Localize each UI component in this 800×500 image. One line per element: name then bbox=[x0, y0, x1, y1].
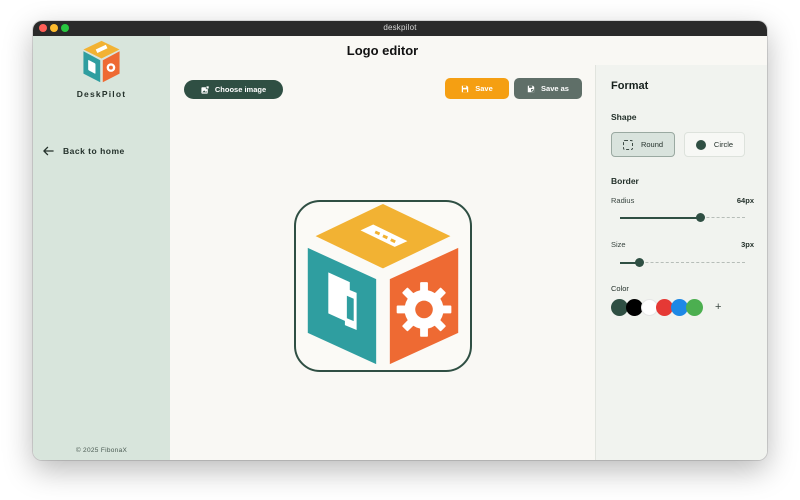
floppy-disk-icon bbox=[462, 85, 469, 92]
shape-round-button[interactable]: Round bbox=[611, 132, 675, 157]
shape-round-label: Round bbox=[640, 140, 664, 149]
copyright-text: © 2025 FibonaX bbox=[75, 447, 128, 454]
format-panel-title: Format bbox=[611, 80, 649, 92]
save-as-label: Save as bbox=[541, 84, 569, 93]
arrow-left-icon bbox=[43, 146, 54, 156]
filled-circle-icon bbox=[695, 139, 706, 150]
logo-cube-image bbox=[307, 203, 459, 365]
floppy-disk-edit-icon bbox=[527, 85, 535, 92]
color-swatch[interactable] bbox=[686, 299, 703, 316]
format-panel: Format Shape Round Circle Border Radius … bbox=[595, 65, 767, 460]
page-title: Logo editor bbox=[346, 43, 419, 58]
save-as-button[interactable]: Save as bbox=[514, 78, 582, 99]
brand-name: DeskPilot bbox=[76, 89, 127, 99]
window-title: deskpilot bbox=[383, 23, 417, 32]
image-icon bbox=[201, 85, 209, 94]
sidebar: DeskPilot Back to home © 2025 FibonaX bbox=[33, 36, 170, 460]
add-color-button[interactable]: + bbox=[715, 302, 721, 313]
logo-preview bbox=[294, 200, 472, 372]
choose-image-label: Choose image bbox=[214, 85, 267, 94]
size-slider[interactable] bbox=[620, 258, 745, 267]
slider-fill bbox=[620, 217, 700, 219]
slider-thumb[interactable] bbox=[634, 258, 644, 267]
title-bar: deskpilot bbox=[33, 21, 767, 36]
back-to-home-link[interactable]: Back to home bbox=[43, 144, 125, 158]
save-label: Save bbox=[475, 84, 493, 93]
shape-section-label: Shape bbox=[611, 112, 637, 122]
color-label: Color bbox=[611, 284, 629, 293]
shape-circle-button[interactable]: Circle bbox=[684, 132, 745, 157]
radius-label: Radius bbox=[611, 196, 635, 205]
app-window: deskpilot DeskPilot Back to home © 2025 … bbox=[33, 21, 767, 460]
size-value: 3px bbox=[741, 240, 754, 249]
slider-thumb[interactable] bbox=[696, 213, 705, 222]
color-swatches: + bbox=[611, 299, 721, 316]
radius-value: 64px bbox=[736, 196, 754, 205]
shape-circle-label: Circle bbox=[713, 140, 734, 149]
choose-image-button[interactable]: Choose image bbox=[184, 80, 283, 99]
radius-slider[interactable] bbox=[620, 213, 745, 222]
size-label: Size bbox=[611, 240, 626, 249]
brand-logo bbox=[83, 40, 120, 83]
border-section-label: Border bbox=[611, 176, 639, 186]
back-to-home-label: Back to home bbox=[63, 146, 125, 156]
save-button[interactable]: Save bbox=[445, 78, 509, 99]
dashed-square-icon bbox=[622, 139, 633, 150]
